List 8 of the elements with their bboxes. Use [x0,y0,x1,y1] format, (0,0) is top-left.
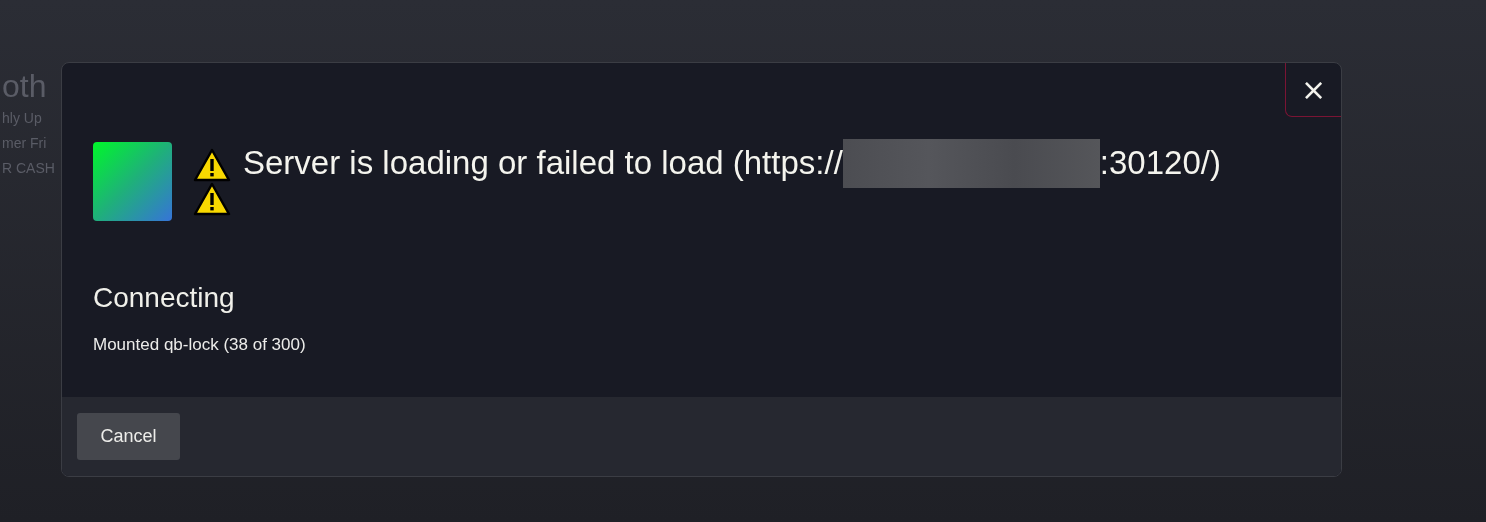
cancel-button[interactable]: Cancel [77,413,180,460]
status-heading: Connecting [93,281,236,315]
dialog-title: Server is loading or failed to load (https:// [243,144,843,182]
dialog-title: :30120/) [1099,144,1221,182]
close-button[interactable]: × [1285,63,1341,117]
status-detail: Mounted qb-lock (38 of 300) [93,334,307,356]
logo-icon [93,142,172,221]
warning-icon [193,148,231,216]
